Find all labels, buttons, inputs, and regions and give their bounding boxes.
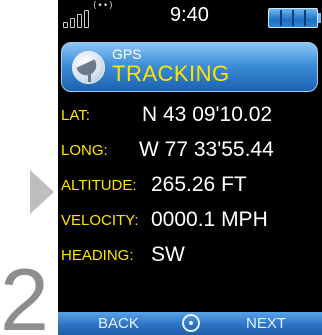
altitude-label: ALTITUDE: (61, 177, 137, 194)
readout-row-altitude: ALTITUDE: 265.26 FT (58, 173, 322, 203)
next-button[interactable]: NEXT (246, 315, 286, 332)
gps-device-screen: (••) 9:40 GPS TRACKING LAT: N 43 09'10.0… (58, 0, 322, 335)
satellite-dish-icon (72, 51, 105, 84)
signal-strength-icon (63, 8, 93, 28)
altitude-value: 265.26 FT (151, 173, 247, 196)
readout-row-velocity: VELOCITY: 0000.1 MPH (58, 208, 322, 238)
readout-row-latitude: LAT: N 43 09'10.02 (58, 103, 322, 133)
mode-subtitle: TRACKING (112, 61, 230, 86)
readout-row-longitude: LONG: W 77 33'55.44 (58, 138, 322, 168)
longitude-value: W 77 33'55.44 (139, 138, 274, 161)
back-button[interactable]: BACK (98, 315, 139, 332)
longitude-label: LONG: (61, 142, 108, 159)
mode-header[interactable]: GPS TRACKING (61, 42, 318, 92)
step-arrow (30, 170, 54, 214)
softkey-bar: BACK NEXT (58, 312, 322, 335)
latitude-value: N 43 09'10.02 (142, 103, 273, 126)
select-center-icon[interactable] (182, 314, 200, 332)
velocity-value: 0000.1 MPH (151, 208, 268, 231)
velocity-label: VELOCITY: (61, 212, 139, 229)
status-bar: (••) 9:40 (58, 0, 322, 36)
clock: 9:40 (170, 4, 209, 26)
readout-row-heading: HEADING: SW (58, 243, 322, 273)
step-number: 2 (0, 250, 49, 335)
heading-value: SW (151, 243, 185, 266)
battery-terminal (318, 13, 321, 23)
mode-title: GPS (112, 46, 142, 62)
heading-label: HEADING: (61, 247, 134, 264)
battery-icon (268, 8, 318, 28)
latitude-label: LAT: (61, 107, 90, 124)
gps-signal-indicator: (••) (92, 1, 114, 11)
